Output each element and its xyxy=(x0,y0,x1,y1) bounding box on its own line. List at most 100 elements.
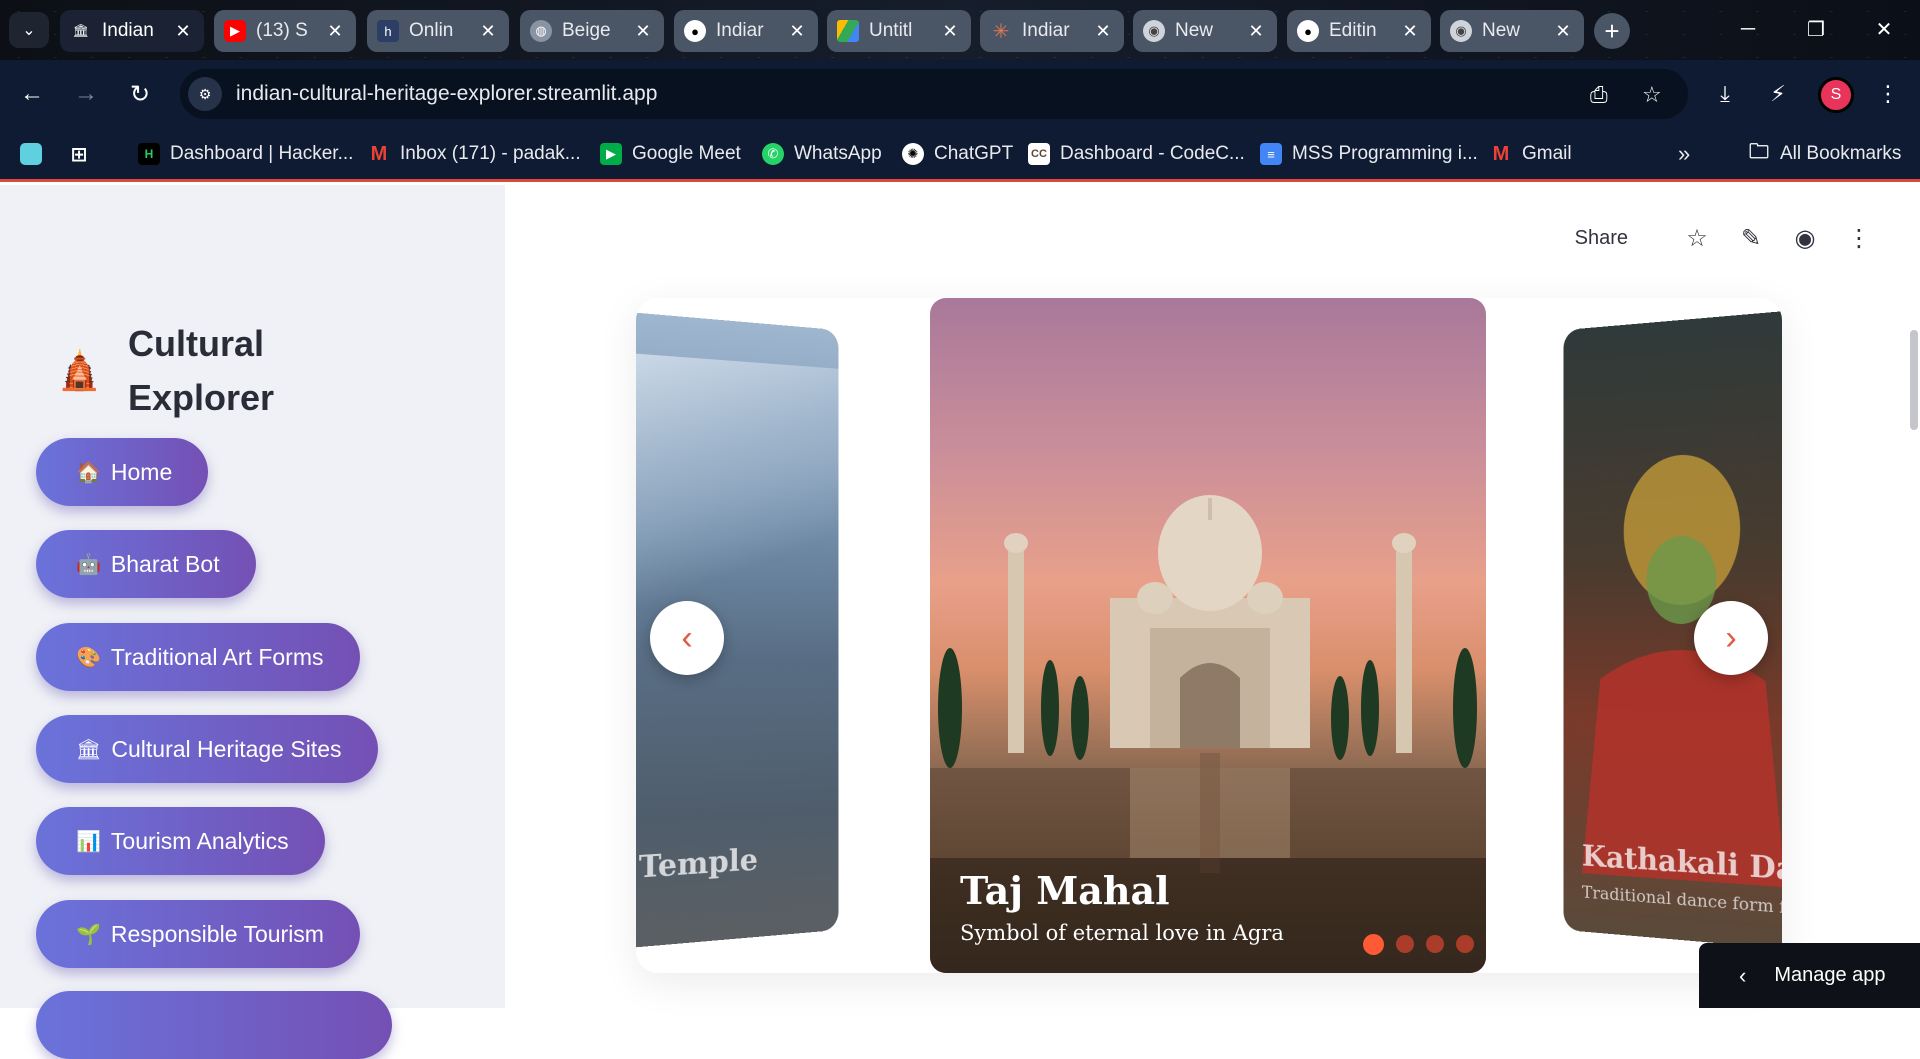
docs-icon: ≡ xyxy=(1260,143,1282,165)
restore-button[interactable]: ❐ xyxy=(1788,8,1844,50)
download-icon: ⤓ xyxy=(1720,81,1730,106)
carousel-prev-button[interactable]: ‹ xyxy=(650,601,724,675)
github-icon[interactable]: ◉ xyxy=(1790,223,1820,253)
drive-icon xyxy=(837,20,859,42)
site-info-icon[interactable]: ⚙ xyxy=(188,77,222,111)
browser-tab-strip: ⌄ 🏛 Indian ✕ ▶ (13) S ✕ h Onlin ✕ ◍ Beig… xyxy=(0,0,1920,60)
address-bar[interactable]: ⚙ indian-cultural-heritage-explorer.stre… xyxy=(180,69,1688,119)
new-tab-button[interactable]: + xyxy=(1594,13,1630,49)
star-icon[interactable]: ☆ xyxy=(1642,82,1662,108)
nav-responsible-tourism-button[interactable]: 🌱 Responsible Tourism xyxy=(36,900,360,968)
close-icon[interactable]: ✕ xyxy=(324,21,346,42)
manage-app-button[interactable]: ‹ Manage app xyxy=(1699,943,1920,1008)
close-icon[interactable]: ✕ xyxy=(1092,21,1114,42)
star-icon[interactable]: ☆ xyxy=(1682,223,1712,253)
forward-button[interactable]: → xyxy=(68,76,104,112)
bookmark-google-meet[interactable]: ▶ Google Meet xyxy=(600,140,741,168)
edit-pencil-icon[interactable]: ✎ xyxy=(1736,223,1766,253)
classical-building-icon: 🏛 xyxy=(76,738,102,761)
close-window-button[interactable]: ✕ xyxy=(1856,8,1912,50)
bookmark-mss-programming[interactable]: ≡ MSS Programming i... xyxy=(1260,140,1478,168)
bookmark-label: WhatsApp xyxy=(794,143,882,164)
bookmark-label: Inbox (171) - padak... xyxy=(400,143,581,164)
nav-home-button[interactable]: 🏠 Home xyxy=(36,438,209,506)
whatsapp-icon: ✆ xyxy=(762,143,784,165)
close-icon[interactable]: ✕ xyxy=(477,21,499,42)
tab-label: Indian xyxy=(102,20,154,41)
extensions-button[interactable]: ⚡ xyxy=(1760,76,1796,112)
bookmark-gmail[interactable]: M Gmail xyxy=(1490,140,1572,168)
close-icon[interactable]: ✕ xyxy=(632,21,654,42)
minimize-button[interactable]: ─ xyxy=(1720,8,1776,50)
codechef-icon: CC xyxy=(1028,143,1050,165)
tab-github-editing[interactable]: ● Editin ✕ xyxy=(1287,10,1431,52)
install-app-icon[interactable]: ⎙ xyxy=(1590,82,1608,108)
nav-tourism-analytics-button[interactable]: 📊 Tourism Analytics xyxy=(36,807,325,875)
bookmark-chatgpt[interactable]: ✺ ChatGPT xyxy=(902,140,1013,168)
tab-claude[interactable]: ✳ Indiar ✕ xyxy=(980,10,1124,52)
nav-traditional-art-forms-button[interactable]: 🎨 Traditional Art Forms xyxy=(36,623,360,691)
tab-search-button[interactable]: ⌄ xyxy=(9,12,49,48)
chrome-icon: ◉ xyxy=(1143,20,1165,42)
close-icon[interactable]: ✕ xyxy=(1245,21,1267,42)
tab-beige[interactable]: ◍ Beige ✕ xyxy=(520,10,664,52)
carousel-pagination xyxy=(1363,934,1486,955)
downloads-button[interactable]: ⤓ xyxy=(1707,76,1743,112)
tab-online[interactable]: h Onlin ✕ xyxy=(367,10,509,52)
tab-github-indian[interactable]: ● Indiar ✕ xyxy=(674,10,818,52)
slide-title: Taj Mahal xyxy=(960,868,1170,913)
page-scrollbar[interactable] xyxy=(1910,330,1918,430)
all-bookmarks-label: All Bookmarks xyxy=(1780,143,1902,164)
close-icon[interactable]: ✕ xyxy=(172,21,194,42)
carousel-dot[interactable] xyxy=(1396,935,1414,953)
nav-cultural-heritage-sites-button[interactable]: 🏛 Cultural Heritage Sites xyxy=(36,715,378,783)
youtube-icon: ▶ xyxy=(224,20,246,42)
address-url[interactable]: indian-cultural-heritage-explorer.stream… xyxy=(236,82,657,106)
plus-icon: + xyxy=(1604,15,1620,46)
app-icon xyxy=(20,143,42,165)
tab-untitled[interactable]: Untitl ✕ xyxy=(827,10,971,52)
chevron-left-icon: ‹ xyxy=(1739,962,1747,988)
bookmark-label: MSS Programming i... xyxy=(1292,143,1478,164)
close-icon[interactable]: ✕ xyxy=(1552,21,1574,42)
carousel-dot[interactable] xyxy=(1363,934,1384,955)
grid-icon: ⊞ xyxy=(70,143,88,166)
kebab-menu-icon[interactable]: ⋮ xyxy=(1844,223,1874,253)
menu-button[interactable]: ⋮ xyxy=(1870,76,1906,112)
bookmark-inbox[interactable]: M Inbox (171) - padak... xyxy=(368,140,581,168)
bookmark-whatsapp[interactable]: ✆ WhatsApp xyxy=(762,140,882,168)
bookmark-label: Dashboard | Hacker... xyxy=(170,143,354,164)
carousel-next-button[interactable]: › xyxy=(1694,601,1768,675)
tab-youtube[interactable]: ▶ (13) S ✕ xyxy=(214,10,356,52)
chevron-down-icon: ⌄ xyxy=(22,22,36,39)
bookmarks-bar: ⊞ H Dashboard | Hacker... M Inbox (171) … xyxy=(0,128,1920,182)
reload-button[interactable]: ↻ xyxy=(122,76,158,112)
apps-grid-button[interactable]: ⊞ xyxy=(68,140,100,168)
carousel-dot[interactable] xyxy=(1456,935,1474,953)
bookmark-codechef[interactable]: CC Dashboard - CodeC... xyxy=(1028,140,1245,168)
nav-label: Bharat Bot xyxy=(110,550,220,577)
nav-bharat-bot-button[interactable]: 🤖 Bharat Bot xyxy=(36,530,256,598)
share-button[interactable]: Share xyxy=(1575,227,1628,250)
tab-indian-active[interactable]: 🏛 Indian ✕ xyxy=(60,10,204,52)
bookmark-app-icon[interactable] xyxy=(20,140,52,168)
nav-label: Cultural Heritage Sites xyxy=(111,735,342,762)
tab-new-2[interactable]: ◉ New ✕ xyxy=(1440,10,1584,52)
meet-icon: ▶ xyxy=(600,143,622,165)
bookmarks-overflow-button[interactable]: » xyxy=(1678,140,1690,168)
h-icon: h xyxy=(377,20,399,42)
profile-avatar[interactable]: S xyxy=(1818,77,1854,113)
tab-label: Untitl xyxy=(869,20,913,41)
main-content: Share ☆ ✎ ◉ ⋮ n Temple xyxy=(505,185,1920,1008)
close-icon[interactable]: ✕ xyxy=(1399,21,1421,42)
carousel-dot[interactable] xyxy=(1426,935,1444,953)
all-bookmarks-button[interactable]: 🗀 All Bookmarks xyxy=(1748,140,1901,168)
bookmark-hackerrank[interactable]: H Dashboard | Hacker... xyxy=(138,140,353,168)
carousel-slide-current[interactable]: Taj Mahal Symbol of eternal love in Agra xyxy=(930,298,1486,973)
nav-next-button-partial[interactable] xyxy=(36,991,392,1059)
close-icon[interactable]: ✕ xyxy=(939,21,961,42)
close-icon[interactable]: ✕ xyxy=(786,21,808,42)
back-button[interactable]: ← xyxy=(14,76,50,112)
minimize-icon: ─ xyxy=(1740,17,1756,40)
tab-new-1[interactable]: ◉ New ✕ xyxy=(1133,10,1277,52)
